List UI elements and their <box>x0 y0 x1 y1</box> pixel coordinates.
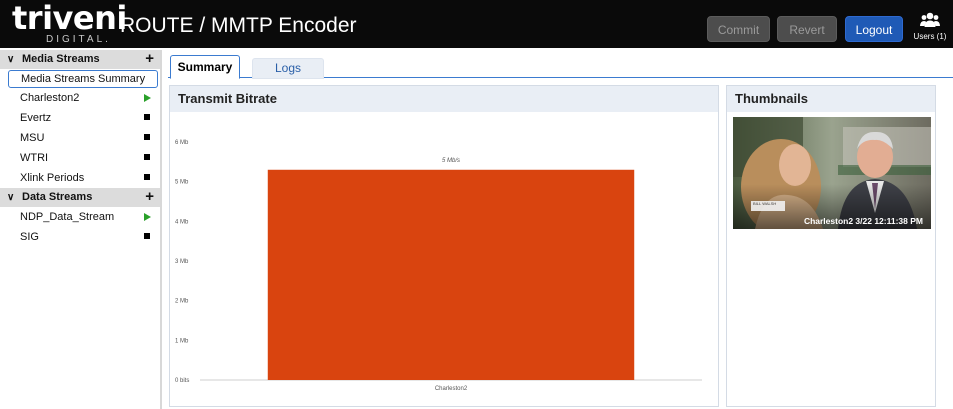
transmit-bitrate-panel: Transmit Bitrate 0 bits 1 Mb 2 Mb 3 Mb 4 Mb 5… <box>169 85 719 407</box>
panel-title: Thumbnails <box>727 86 935 112</box>
bar-charleston2 <box>267 169 635 380</box>
logout-button[interactable]: Logout <box>845 16 903 42</box>
app-header: triveni DIGITAL. ROUTE / MMTP Encoder Co… <box>0 0 953 48</box>
media-streams-group[interactable]: ∨ Media Streams + <box>0 50 160 69</box>
bar-data-label: 5 Mb/s <box>442 158 460 164</box>
thumbnails-panel: Thumbnails BILL WALSH Charleston2 3/22 1… <box>726 85 936 407</box>
chevron-down-icon: ∨ <box>7 192 15 203</box>
sidebar: ∨ Media Streams + Media Streams Summary … <box>0 50 162 409</box>
stop-icon <box>144 174 150 180</box>
panel-title: Transmit Bitrate <box>170 86 718 112</box>
stop-icon <box>144 114 150 120</box>
sidebar-item-label: Evertz <box>20 112 52 124</box>
sidebar-item-media-streams-summary[interactable]: Media Streams Summary <box>8 70 158 88</box>
sidebar-item-ndp-data-stream[interactable]: NDP_Data_Stream <box>0 207 160 227</box>
triveni-logo: triveni DIGITAL. <box>12 0 127 47</box>
thumbnail-image <box>733 117 931 229</box>
app-title: ROUTE / MMTP Encoder <box>120 14 357 37</box>
sidebar-item-label: SIG <box>20 231 39 243</box>
y-tick-label: 1 Mb <box>175 338 189 344</box>
data-streams-group[interactable]: ∨ Data Streams + <box>0 188 160 207</box>
stop-icon <box>144 134 150 140</box>
x-tick-label: Charleston2 <box>435 386 468 392</box>
tab-logs[interactable]: Logs <box>252 58 324 79</box>
y-tick-label: 2 Mb <box>175 299 189 305</box>
sidebar-item-wtri[interactable]: WTRI <box>0 148 160 168</box>
bitrate-chart: 0 bits 1 Mb 2 Mb 3 Mb 4 Mb 5 Mb 6 Mb 5 Mb/s Char… <box>175 140 702 392</box>
media-streams-label: Media Streams <box>22 53 100 65</box>
data-streams-label: Data Streams <box>22 191 93 203</box>
stream-thumbnail[interactable]: BILL WALSH Charleston2 3/22 12:11:38 PM <box>733 117 931 229</box>
tab-bar: Summary Logs <box>168 54 953 79</box>
sidebar-item-xlink-periods[interactable]: Xlink Periods <box>0 168 160 188</box>
sidebar-item-label: MSU <box>20 132 45 144</box>
chevron-down-icon: ∨ <box>7 54 15 65</box>
stop-icon <box>144 154 150 160</box>
add-data-stream-button[interactable]: + <box>145 187 154 206</box>
sidebar-item-label: NDP_Data_Stream <box>20 211 115 223</box>
lower-third-graphic: BILL WALSH <box>751 201 785 211</box>
y-tick-label: 5 Mb <box>175 180 189 186</box>
stop-icon <box>144 233 150 239</box>
sidebar-item-label: WTRI <box>20 152 49 164</box>
revert-button[interactable]: Revert <box>777 16 837 42</box>
thumbnail-caption: Charleston2 3/22 12:11:38 PM <box>803 216 923 226</box>
y-tick-label: 4 Mb <box>175 219 189 225</box>
sidebar-item-label: Charleston2 <box>20 92 80 104</box>
users-button[interactable]: Users (1) <box>910 12 950 44</box>
play-icon <box>144 213 151 221</box>
logo-subtitle: DIGITAL. <box>46 34 111 45</box>
play-icon <box>144 94 151 102</box>
y-tick-label: 6 Mb <box>175 140 189 146</box>
logo-wordmark: triveni <box>12 0 127 37</box>
sidebar-item-sig[interactable]: SIG <box>0 227 160 247</box>
sidebar-item-label: Xlink Periods <box>20 172 85 184</box>
tab-summary[interactable]: Summary <box>170 55 240 79</box>
users-icon <box>920 12 940 27</box>
sidebar-item-label: Media Streams Summary <box>21 73 146 85</box>
add-media-stream-button[interactable]: + <box>145 49 154 68</box>
sidebar-item-evertz[interactable]: Evertz <box>0 108 160 128</box>
users-label: Users (1) <box>913 32 947 41</box>
commit-button[interactable]: Commit <box>707 16 770 42</box>
sidebar-item-charleston2[interactable]: Charleston2 <box>0 88 160 108</box>
lower-third-name: BILL WALSH <box>753 201 777 206</box>
y-tick-label: 3 Mb <box>175 259 189 265</box>
y-tick-label: 0 bits <box>175 378 189 384</box>
sidebar-item-msu[interactable]: MSU <box>0 128 160 148</box>
